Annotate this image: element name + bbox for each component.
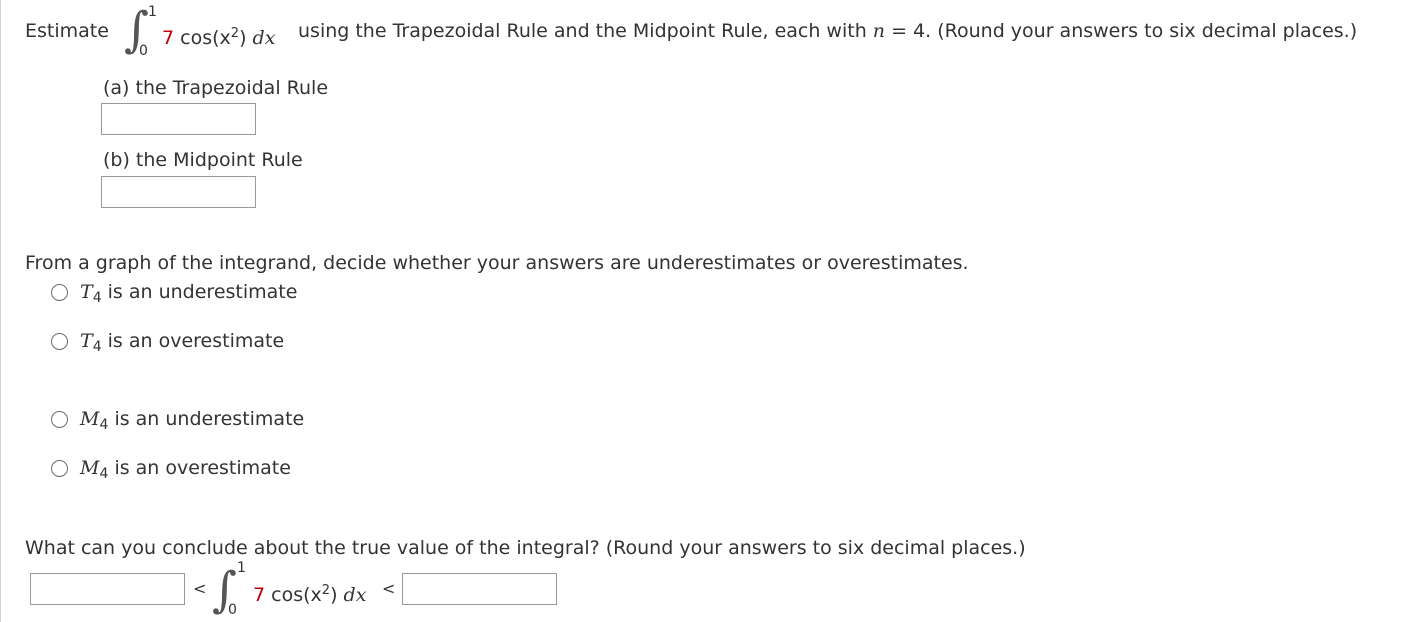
upper-bound-input[interactable] [402,573,557,605]
radio-circle[interactable] [51,333,68,350]
option-label: M4 is an overestimate [80,457,291,482]
lower-bound-input[interactable] [30,573,185,605]
option-label: T4 is an underestimate [80,281,298,306]
integrand-dx: dx [252,27,276,49]
graph-question: From a graph of the integrand, decide wh… [25,252,969,274]
integral-upper-limit: 1 [237,560,246,576]
integrand-exponent: 2 [321,583,331,598]
instruction-suffix: = 4. (Round your answers to six decimal … [891,20,1358,42]
radio-circle[interactable] [51,460,68,477]
conclusion-question: What can you conclude about the true val… [25,537,1026,559]
instruction-prefix: using the Trapezoidal Rule and the Midpo… [298,20,867,42]
integrand-function: cos(x [271,584,322,606]
question-instruction: using the Trapezoidal Rule and the Midpo… [298,20,1357,42]
radio-circle[interactable] [51,411,68,428]
left-border [0,0,1,622]
less-than-sign-1: < [193,579,207,598]
trapezoidal-answer-input[interactable] [101,103,256,135]
integral-upper-limit: 1 [148,4,157,20]
part-a-label: (a) the Trapezoidal Rule [103,77,329,99]
n-variable: n [872,20,886,42]
less-than-sign-2: < [382,579,396,598]
integrand: 7 cos(x2) dx [253,583,366,606]
integrand-dx: dx [343,584,367,606]
integrand-close: ) [239,27,247,49]
part-b-label: (b) the Midpoint Rule [103,149,303,171]
option-label: M4 is an underestimate [80,408,305,433]
estimate-label: Estimate [25,20,109,42]
integrand-coefficient: 7 [162,27,175,49]
integral-lower-limit: 0 [228,602,237,618]
option-label: T4 is an overestimate [80,330,285,355]
midpoint-answer-input[interactable] [101,176,256,208]
integrand-close: ) [330,584,338,606]
integrand: 7 cos(x2) dx [162,26,275,49]
integrand-function: cos(x [180,27,231,49]
integrand-coefficient: 7 [253,584,266,606]
radio-circle[interactable] [51,284,68,301]
integrand-exponent: 2 [230,26,240,41]
integral-lower-limit: 0 [139,43,148,59]
